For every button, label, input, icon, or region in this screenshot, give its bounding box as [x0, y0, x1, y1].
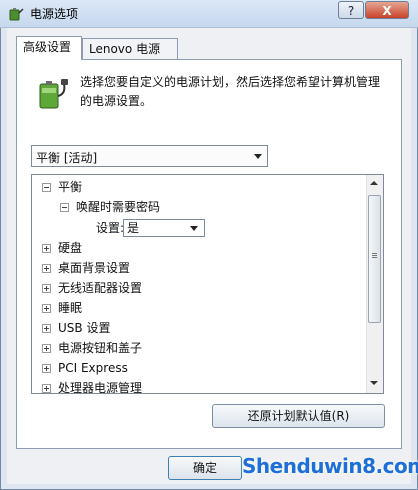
tree-node-hard-disk[interactable]: 硬盘	[32, 238, 372, 258]
tree-node-power-buttons-lid[interactable]: 电源按钮和盖子	[32, 338, 372, 358]
scrollbar-thumb[interactable]	[368, 195, 381, 323]
tree-node-processor-power[interactable]: 处理器电源管理	[32, 378, 372, 394]
tree-node-label: 处理器电源管理	[58, 381, 143, 394]
collapse-icon[interactable]	[42, 183, 51, 192]
chevron-down-icon	[190, 226, 198, 231]
expand-icon[interactable]	[42, 284, 51, 293]
wake-password-setting-dropdown[interactable]: 是	[123, 219, 205, 237]
tree-node-pci-express[interactable]: PCI Express	[32, 358, 372, 378]
setting-label: 设置:	[96, 221, 125, 235]
tree-node-label: 电源按钮和盖子	[58, 341, 143, 355]
battery-plug-icon	[39, 79, 68, 109]
title-bar[interactable]: 电源选项 ? X	[0, 0, 418, 28]
tab-lenovo-power-management[interactable]: Lenovo 电源管理	[82, 38, 178, 76]
scroll-down-arrow-icon[interactable]	[370, 381, 378, 385]
setting-value: 是	[127, 221, 140, 235]
expand-icon[interactable]	[42, 244, 51, 253]
tree-node-label: 平衡	[58, 180, 83, 194]
expand-icon[interactable]	[42, 324, 51, 333]
tree-node-usb-settings[interactable]: USB 设置	[32, 318, 372, 338]
tree-node-label: USB 设置	[58, 321, 111, 335]
instruction-text: 选择您要自定义的电源计划，然后选择您希望计算机管理的电源设置。	[80, 75, 381, 108]
tree-node-label: PCI Express	[58, 361, 128, 375]
tree-node-label: 唤醒时需要密码	[76, 200, 161, 214]
tree-node-wireless-adapter[interactable]: 无线适配器设置	[32, 278, 372, 298]
collapse-icon[interactable]	[60, 203, 69, 212]
expand-icon[interactable]	[42, 264, 51, 273]
close-button[interactable]: X	[365, 1, 409, 19]
expand-icon[interactable]	[42, 304, 51, 313]
tree-node-balanced[interactable]: 平衡	[32, 177, 372, 197]
power-plan-dropdown-value: 平衡 [活动]	[36, 151, 98, 165]
scroll-up-arrow-icon[interactable]	[370, 181, 378, 185]
power-options-icon	[9, 8, 24, 21]
expand-icon[interactable]	[42, 384, 51, 393]
tree-node-label: 桌面背景设置	[58, 261, 131, 275]
expand-icon[interactable]	[42, 364, 51, 373]
tree-node-wake-password[interactable]: 唤醒时需要密码	[32, 197, 372, 217]
tab-advanced-settings[interactable]: 高级设置	[16, 36, 82, 60]
grip-icon	[372, 253, 377, 254]
tree-node-label: 睡眠	[58, 301, 83, 315]
power-settings-tree[interactable]: 平衡 唤醒时需要密码 设置: 是 硬盘 桌面背景设置 无线适配器设置 睡眠 US…	[31, 174, 384, 394]
tree-node-sleep[interactable]: 睡眠	[32, 298, 372, 318]
tree-node-desktop-background[interactable]: 桌面背景设置	[32, 258, 372, 278]
tree-node-label: 硬盘	[58, 241, 83, 255]
power-plan-dropdown[interactable]: 平衡 [活动]	[31, 145, 268, 167]
ok-button[interactable]: 确定	[168, 456, 242, 480]
tree-node-label: 无线适配器设置	[58, 281, 143, 295]
expand-icon[interactable]	[42, 344, 51, 353]
site-watermark: Shenduwin8.com	[242, 454, 418, 478]
restore-plan-defaults-button[interactable]: 还原计划默认值(R)	[212, 404, 385, 428]
tree-setting-row: 设置: 是	[32, 218, 372, 238]
window-title: 电源选项	[30, 7, 79, 21]
chevron-down-icon	[254, 154, 262, 159]
help-button[interactable]: ?	[338, 1, 364, 19]
